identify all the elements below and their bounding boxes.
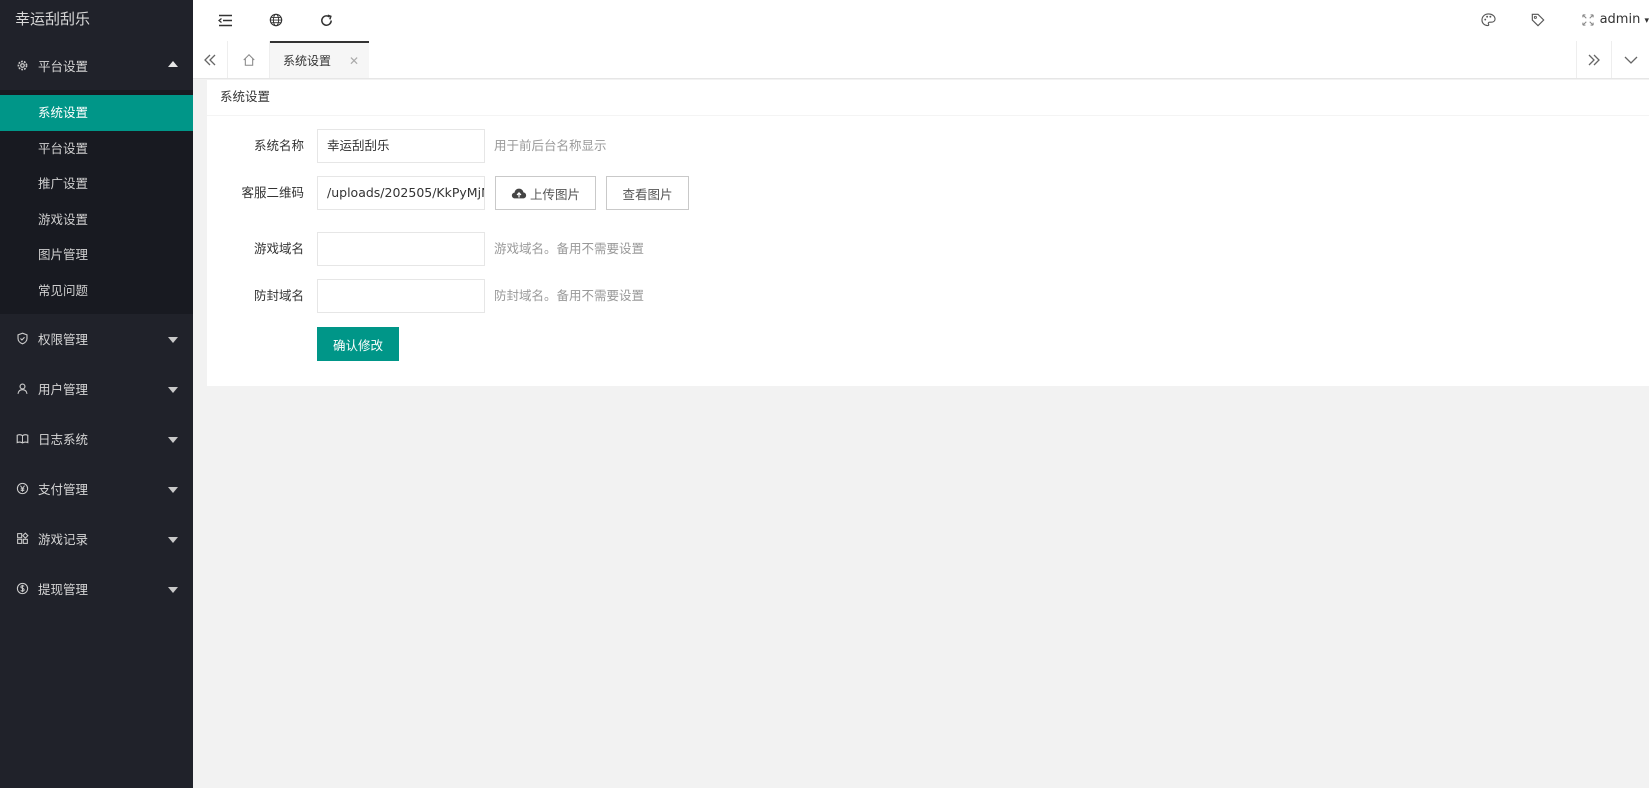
view-image-label: 查看图片 [622, 186, 673, 202]
book-icon [16, 432, 29, 445]
chevron-down-icon: ▾ [1644, 16, 1649, 26]
tab-menu-chevron-down-icon[interactable] [1613, 41, 1649, 78]
menu-head-label: 日志系统 [38, 432, 89, 448]
caret-down-icon [168, 386, 178, 393]
system-name-input[interactable]: 幸运刮刮乐 [317, 129, 485, 163]
sidebar-item-promotion-settings[interactable]: 推广设置 [0, 166, 193, 202]
sidebar-item-system-settings[interactable]: 系统设置 [0, 95, 193, 131]
caret-down-icon [168, 486, 178, 493]
apps-icon [16, 532, 29, 545]
menu-head-users[interactable]: 用户管理 [0, 364, 193, 414]
menu-head-label: 游戏记录 [38, 532, 89, 548]
menu-head-withdrawals[interactable]: 提现管理 [0, 564, 193, 614]
tab-label: 系统设置 [283, 54, 332, 68]
game-domain-input[interactable] [317, 232, 485, 266]
menu-head-label: 用户管理 [38, 382, 89, 398]
qr-code-input[interactable]: /uploads/202505/KkPyMjNH0 [317, 176, 485, 210]
system-name-label: 系统名称 [253, 138, 304, 153]
caret-down-icon [168, 336, 178, 343]
sidebar-item-platform-settings[interactable]: 平台设置 [0, 131, 193, 167]
view-image-button[interactable]: 查看图片 [606, 176, 689, 210]
gear-icon [16, 59, 29, 72]
menu-head-game-records[interactable]: 游戏记录 [0, 514, 193, 564]
tab-system-settings[interactable]: 系统设置 ✕ [270, 41, 369, 78]
tab-bar: 系统设置 ✕ [193, 41, 1649, 79]
top-header: admin ▾ [193, 0, 1649, 42]
form-row-block-domain: 防封域名 防封域名。备用不需要设置 [207, 279, 1649, 313]
sidebar: 幸运刮刮乐 平台设置 系统设置 平台设置 推广设置 游戏设置 图片管理 常见问题… [0, 0, 193, 788]
menu-head-permissions[interactable]: 权限管理 [0, 314, 193, 364]
menu-head-label: 权限管理 [38, 332, 89, 348]
menu-group-platform: 平台设置 系统设置 平台设置 推广设置 游戏设置 图片管理 常见问题 [0, 40, 193, 314]
dollar-icon [16, 582, 29, 595]
tab-scroll-right-icon[interactable] [1576, 41, 1612, 78]
tab-scroll-left-icon[interactable] [193, 41, 228, 78]
app-logo: 幸运刮刮乐 [0, 0, 193, 40]
upload-image-label: 上传图片 [529, 186, 580, 202]
close-icon[interactable]: ✕ [349, 54, 359, 68]
caret-down-icon [168, 536, 178, 543]
form-row-system-name: 系统名称 幸运刮刮乐 用于前后台名称显示 [207, 129, 1649, 163]
form-row-game-domain: 游戏域名 游戏域名。备用不需要设置 [207, 232, 1649, 266]
refresh-icon[interactable] [317, 11, 335, 29]
form-row-qr-code: 客服二维码 /uploads/202505/KkPyMjNH0 上传图片 查看图… [207, 176, 1649, 210]
upload-image-button[interactable]: 上传图片 [495, 176, 596, 210]
qr-code-label: 客服二维码 [241, 185, 304, 200]
fullscreen-icon[interactable] [1579, 11, 1597, 29]
globe-icon[interactable] [267, 11, 285, 29]
yen-icon [16, 482, 29, 495]
menu-head-label: 支付管理 [38, 482, 89, 498]
home-tab-icon[interactable] [228, 41, 270, 78]
sidebar-item-image-management[interactable]: 图片管理 [0, 237, 193, 273]
sidebar-item-game-settings[interactable]: 游戏设置 [0, 202, 193, 238]
submenu-platform: 系统设置 平台设置 推广设置 游戏设置 图片管理 常见问题 [0, 90, 193, 314]
card-title: 系统设置 [207, 80, 1649, 116]
block-domain-hint: 防封域名。备用不需要设置 [494, 288, 645, 303]
user-menu[interactable]: admin ▾ [1600, 12, 1649, 27]
shield-check-icon [16, 332, 29, 345]
sidebar-item-faq[interactable]: 常见问题 [0, 273, 193, 309]
menu-head-label: 提现管理 [38, 582, 89, 598]
system-settings-card: 系统设置 系统名称 幸运刮刮乐 用于前后台名称显示 客服二维码 /uploads… [207, 80, 1649, 386]
game-domain-label: 游戏域名 [253, 241, 304, 256]
system-name-hint: 用于前后台名称显示 [494, 138, 607, 153]
block-domain-input[interactable] [317, 279, 485, 313]
menu-head-logs[interactable]: 日志系统 [0, 414, 193, 464]
game-domain-hint: 游戏域名。备用不需要设置 [494, 241, 645, 256]
menu-shrink-icon[interactable] [216, 11, 234, 29]
menu-head-label: 平台设置 [38, 58, 89, 74]
menu-head-payments[interactable]: 支付管理 [0, 464, 193, 514]
tag-icon[interactable] [1529, 11, 1547, 29]
cloud-upload-icon [511, 188, 527, 198]
block-domain-label: 防封域名 [253, 288, 304, 303]
caret-down-icon [168, 436, 178, 443]
caret-down-icon [168, 586, 178, 593]
caret-up-icon [168, 61, 178, 67]
palette-icon[interactable] [1479, 11, 1497, 29]
user-icon [16, 382, 29, 395]
confirm-button[interactable]: 确认修改 [317, 327, 399, 361]
user-name: admin [1599, 12, 1641, 27]
menu-head-platform[interactable]: 平台设置 [0, 40, 193, 90]
